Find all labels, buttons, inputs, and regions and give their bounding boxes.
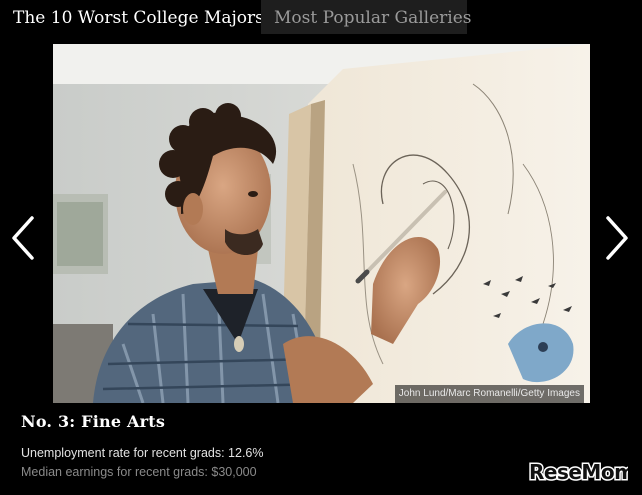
chevron-right-icon: [606, 216, 628, 260]
next-slide-button[interactable]: [596, 210, 640, 266]
chevron-left-icon: [12, 216, 34, 260]
earnings-stat: Median earnings for recent grads: $30,00…: [21, 465, 257, 479]
gallery-tabbar: The 10 Worst College Majors Most Popular…: [0, 0, 642, 34]
tab-most-popular-galleries[interactable]: Most Popular Galleries: [261, 0, 472, 34]
slide-caption: No. 3: Fine Arts: [21, 412, 165, 431]
gallery-photo: John Lund/Marc Romanelli/Getty Images: [53, 44, 590, 403]
unemployment-stat: Unemployment rate for recent grads: 12.6…: [21, 446, 264, 460]
slide-title: No. 3: Fine Arts: [21, 412, 166, 431]
previous-slide-button[interactable]: [2, 210, 46, 266]
image-credit: John Lund/Marc Romanelli/Getty Images: [394, 385, 584, 403]
tab-worst-college-majors[interactable]: The 10 Worst College Majors: [0, 0, 264, 34]
watermark-text: ReseMom: [529, 460, 628, 484]
resemom-watermark-logo: ReseMom: [528, 458, 637, 486]
gallery-stage: John Lund/Marc Romanelli/Getty Images: [0, 34, 642, 403]
